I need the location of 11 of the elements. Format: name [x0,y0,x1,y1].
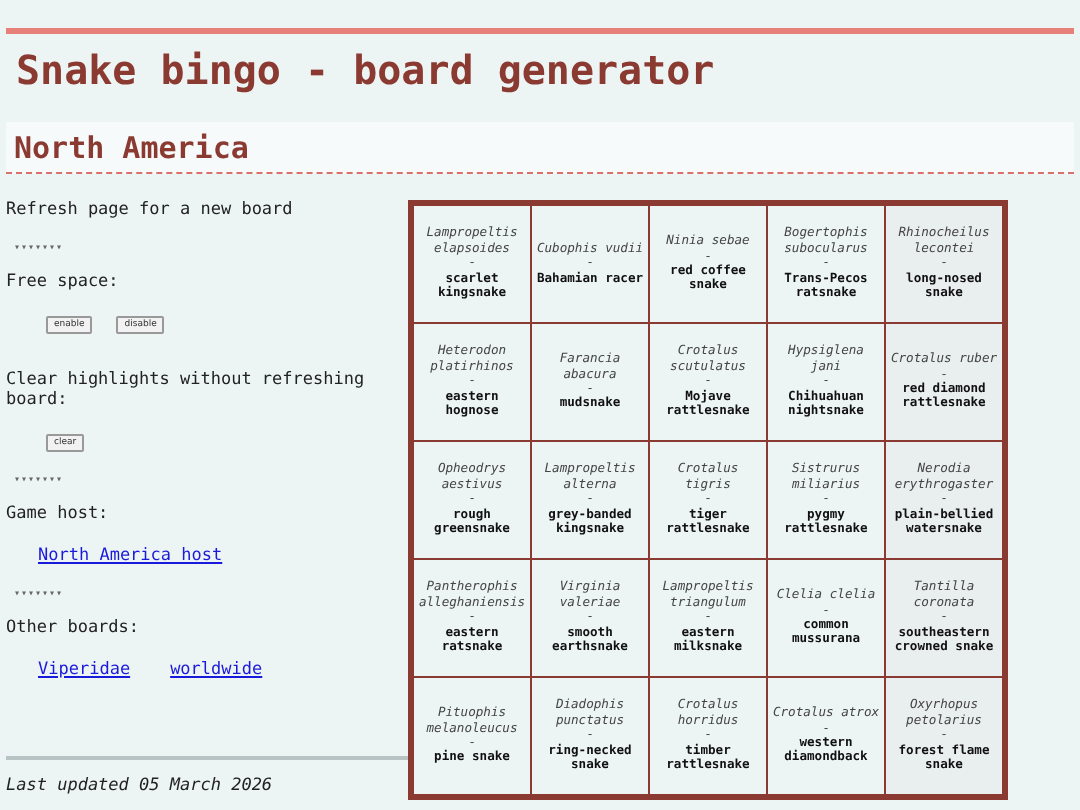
section-heading: North America [6,122,1074,174]
host-link[interactable]: North America host [38,546,223,566]
host-label: Game host: [6,504,111,524]
free-space-label: Free space: [6,272,121,292]
refresh-note: Refresh page for a new board [6,200,295,220]
other-boards-label: Other boards: [6,618,142,638]
board-link[interactable]: Viperidae [38,660,131,680]
clear-label: Clear highlights without refreshing board: [6,370,367,410]
board-link[interactable]: worldwide [170,660,263,680]
page-title: Snake bingo - board generator [16,44,717,98]
last-updated: Last updated 05 March 2026 [6,776,275,796]
